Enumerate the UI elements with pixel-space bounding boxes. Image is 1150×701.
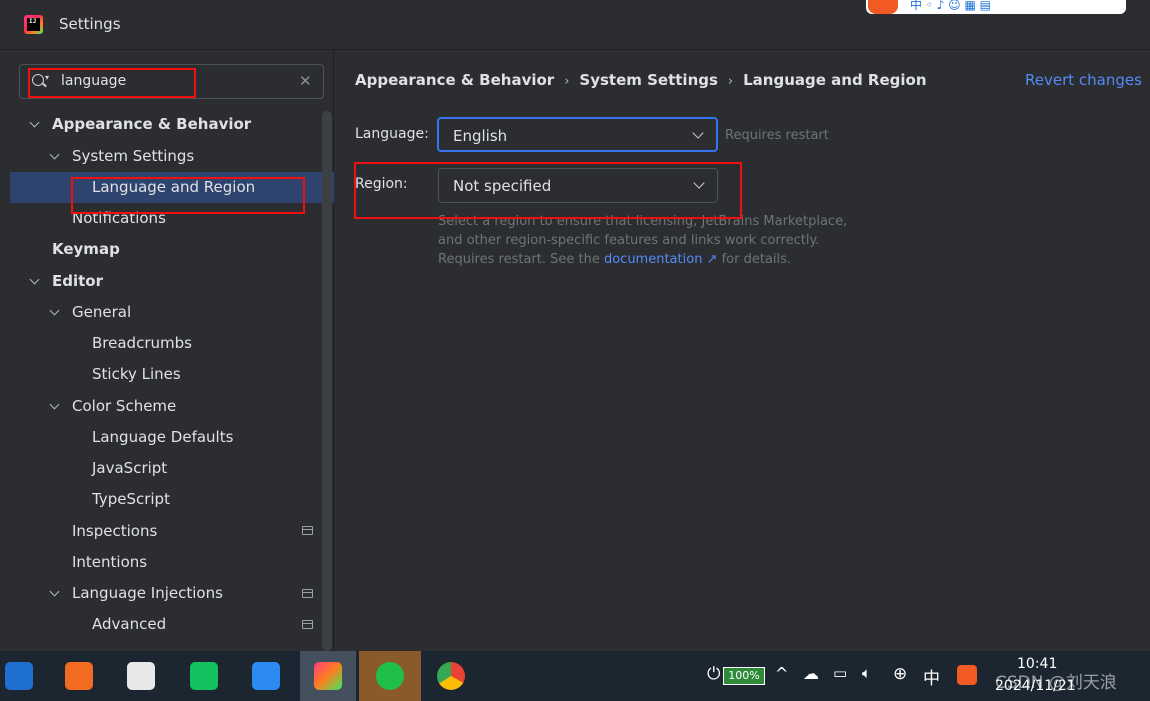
floating-tray: 中 ◦ ♪ ☺ ▦ ▤ xyxy=(866,0,1126,14)
tree-item-appearance-behavior[interactable]: Appearance & Behavior xyxy=(30,115,251,143)
project-scope-icon xyxy=(302,526,313,535)
chevron-right-icon: › xyxy=(564,74,570,89)
volume-icon[interactable]: 🔈︎ xyxy=(862,664,871,682)
windows-taskbar: ⏻ ^ ☁ ▭ 🔈︎ ⊕ 中 10:41 2024/11/21 xyxy=(0,651,1150,701)
chevron-down-icon[interactable] xyxy=(50,587,60,597)
settings-sidebar: ▾ language ✕ Appearance & Behavior Syste… xyxy=(0,51,334,651)
settings-content: Appearance & Behavior › System Settings › La… xyxy=(335,51,1150,651)
ime-indicator[interactable]: 中 xyxy=(923,664,940,689)
bird-icon xyxy=(252,662,280,690)
region-description: Select a region to ensure that licensing… xyxy=(438,214,848,267)
close-icon[interactable]: ✕ xyxy=(299,72,312,90)
tree-item-breadcrumbs[interactable]: Breadcrumbs xyxy=(92,334,192,362)
sogou-icon xyxy=(868,0,898,14)
chevron-right-icon: › xyxy=(727,74,734,89)
tree-item-keymap[interactable]: Keymap xyxy=(52,240,120,268)
breadcrumb-item: Language and Region xyxy=(743,71,927,89)
settings-window: IJ Settings 中 ◦ ♪ ☺ ▦ ▤ ▾ language ✕ App… xyxy=(0,0,1150,651)
taskbar-chat[interactable] xyxy=(185,657,223,695)
taskbar-store[interactable] xyxy=(122,657,160,695)
tree-item-language-defaults[interactable]: Language Defaults xyxy=(92,428,233,456)
tree-item-typescript[interactable]: TypeScript xyxy=(92,490,170,518)
window-title: Settings xyxy=(59,15,121,33)
taskbar-pdf[interactable] xyxy=(60,657,98,695)
globe-icon[interactable]: ⊕ xyxy=(893,664,907,684)
battery-icon[interactable]: ▭ xyxy=(833,664,847,682)
tree-item-inspections[interactable]: Inspections xyxy=(72,522,157,550)
tree-item-language-injections[interactable]: Language Injections xyxy=(50,584,223,612)
chevron-down-icon xyxy=(692,127,704,139)
chevron-up-icon[interactable]: ^ xyxy=(775,664,788,683)
intellij-icon xyxy=(314,662,342,690)
mail-icon xyxy=(5,662,33,690)
requires-restart-hint: Requires restart xyxy=(725,128,829,143)
tree-item-system-settings[interactable]: System Settings xyxy=(50,147,194,175)
taskbar-chrome[interactable] xyxy=(432,657,470,695)
documentation-link[interactable]: documentation ↗ xyxy=(604,252,717,267)
pdf-icon xyxy=(65,662,93,690)
language-label: Language: xyxy=(355,126,429,142)
highlight-box-search xyxy=(28,68,196,98)
tree-item-sticky-lines[interactable]: Sticky Lines xyxy=(92,365,181,393)
language-combobox[interactable]: English xyxy=(437,117,718,152)
intellij-logo-icon: IJ xyxy=(24,15,43,34)
csdn-watermark: CSDN @刘天浪 xyxy=(995,673,1117,693)
cloud-icon[interactable]: ☁ xyxy=(803,664,819,683)
chevron-down-icon[interactable] xyxy=(50,400,60,410)
store-icon xyxy=(127,662,155,690)
sogou-icon[interactable] xyxy=(957,665,977,685)
taskbar-bird[interactable] xyxy=(247,657,285,695)
project-scope-icon xyxy=(302,589,313,598)
breadcrumb-item[interactable]: System Settings xyxy=(579,71,718,89)
taskbar-mail[interactable] xyxy=(0,657,38,695)
taskbar-intellij[interactable] xyxy=(300,651,356,701)
chevron-down-icon[interactable] xyxy=(50,306,60,316)
chevron-down-icon[interactable] xyxy=(30,118,40,128)
tree-item-javascript[interactable]: JavaScript xyxy=(92,459,167,487)
taskbar-wechat[interactable] xyxy=(359,651,421,701)
battery-indicator: 100% xyxy=(723,667,765,685)
floating-tray-text: 中 ◦ ♪ ☺ ▦ ▤ xyxy=(910,0,991,12)
breadcrumb-item[interactable]: Appearance & Behavior xyxy=(355,71,554,89)
sidebar-scrollbar[interactable] xyxy=(322,111,332,651)
tree-item-advanced[interactable]: Advanced xyxy=(92,615,166,643)
breadcrumb: Appearance & Behavior › System Settings › La… xyxy=(355,71,927,89)
language-value: English xyxy=(453,127,508,145)
revert-changes-link[interactable]: Revert changes xyxy=(1025,71,1142,89)
tree-item-general[interactable]: General xyxy=(50,303,131,331)
wechat-icon xyxy=(376,662,404,690)
title-bar: IJ Settings 中 ◦ ♪ ☺ ▦ ▤ xyxy=(0,0,1150,50)
tree-item-editor[interactable]: Editor xyxy=(30,272,103,300)
chevron-down-icon[interactable] xyxy=(50,150,60,160)
plug-icon: ⏻ xyxy=(707,664,721,684)
chat-icon xyxy=(190,662,218,690)
project-scope-icon xyxy=(302,620,313,629)
highlight-box-tree-item xyxy=(71,177,305,214)
chevron-down-icon[interactable] xyxy=(30,275,40,285)
tree-item-color-scheme[interactable]: Color Scheme xyxy=(50,397,176,425)
tree-item-intentions[interactable]: Intentions xyxy=(72,553,147,581)
chrome-icon xyxy=(437,662,465,690)
highlight-box-region xyxy=(354,162,742,219)
